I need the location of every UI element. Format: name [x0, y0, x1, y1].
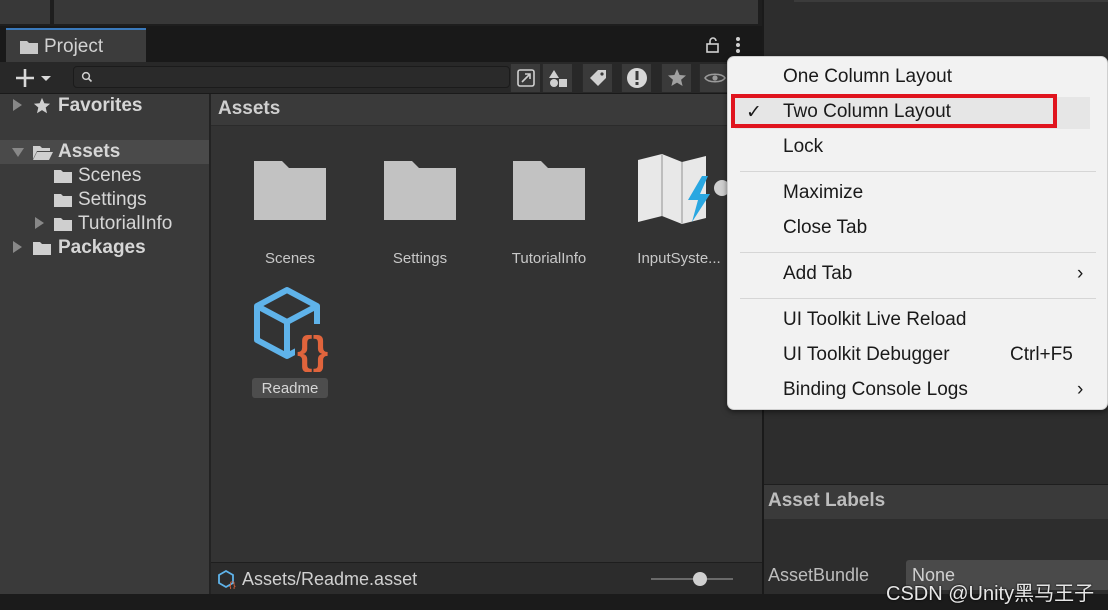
expand-arrow-icon[interactable]	[13, 99, 22, 111]
tree-item-scenes[interactable]: Scenes	[0, 164, 209, 188]
search-input[interactable]	[73, 66, 510, 88]
folder-icon	[54, 218, 72, 231]
kebab-menu-icon[interactable]	[733, 36, 743, 54]
tree-item-label: TutorialInfo	[78, 213, 173, 234]
filter-by-log-button[interactable]	[621, 64, 651, 92]
tree-item-label: Packages	[58, 237, 146, 258]
folder-icon	[54, 170, 72, 183]
collapse-arrow-icon[interactable]	[12, 148, 24, 157]
eye-icon	[703, 73, 726, 83]
tree-item-label: Settings	[78, 189, 147, 210]
asset-name: TutorialInfo	[511, 250, 587, 267]
filter-by-type-button[interactable]	[542, 64, 572, 92]
search-icon	[81, 71, 93, 83]
menu-item-label: Add Tab	[783, 263, 853, 284]
filter-by-label-button[interactable]	[582, 64, 612, 92]
readme-small-icon: {}	[218, 569, 236, 589]
tree-item-settings[interactable]: Settings	[0, 188, 209, 212]
zoom-slider-handle[interactable]	[693, 572, 707, 586]
asset-name: InputSyste...	[637, 250, 721, 267]
folder-icon	[254, 161, 326, 220]
lock-icon[interactable]	[705, 37, 721, 53]
svg-text:{}: {}	[297, 329, 328, 372]
selected-asset-path: Assets/Readme.asset	[242, 569, 418, 589]
tab-project-label: Project	[44, 36, 104, 57]
menu-item-label: Close Tab	[783, 217, 868, 238]
folder-icon	[54, 194, 72, 207]
menu-item-shortcut: Ctrl+F5	[1010, 344, 1073, 365]
folder-icon	[33, 242, 51, 255]
menu-item-ui-toolkit-debugger[interactable]: UI Toolkit Debugger Ctrl+F5	[728, 340, 1107, 372]
zoom-slider-track[interactable]	[651, 578, 733, 580]
context-menu: One Column Layout ✓ Two Column Layout Lo…	[727, 56, 1108, 410]
project-folder-tree: Favorites Assets Scenes Settings Tutoria…	[0, 94, 210, 594]
asset-name: Settings	[392, 250, 448, 267]
star-icon	[33, 97, 51, 114]
menu-item-binding-console-logs[interactable]: Binding Console Logs ›	[728, 375, 1107, 407]
menu-separator	[740, 298, 1096, 299]
shapes-icon	[548, 70, 567, 87]
folder-icon	[513, 161, 585, 220]
warning-icon	[626, 68, 647, 88]
tree-item-label: Scenes	[78, 165, 142, 186]
create-plus-icon[interactable]	[14, 67, 54, 89]
menu-item-lock[interactable]: Lock	[728, 132, 1107, 164]
top-strip-segment	[0, 0, 50, 24]
star-icon	[667, 69, 686, 86]
breadcrumb-assets[interactable]: Assets	[218, 98, 280, 120]
folder-icon	[384, 161, 456, 220]
expand-arrow-icon[interactable]	[35, 217, 44, 229]
assetbundle-label: AssetBundle	[768, 565, 870, 585]
tree-item-assets[interactable]: Assets	[0, 140, 209, 164]
menu-item-ui-toolkit-live-reload[interactable]: UI Toolkit Live Reload	[728, 305, 1107, 337]
window-expand-icon	[516, 69, 535, 87]
input-actions-icon	[638, 154, 728, 224]
tag-icon	[589, 70, 606, 86]
red-highlight-box	[731, 94, 1057, 128]
tree-item-tutorialinfo[interactable]: TutorialInfo	[0, 212, 209, 236]
expand-arrow-icon[interactable]	[13, 241, 22, 253]
menu-item-add-tab[interactable]: Add Tab ›	[728, 259, 1107, 291]
menu-separator	[740, 252, 1096, 253]
menu-item-maximize[interactable]: Maximize	[728, 178, 1107, 210]
tree-item-label: Favorites	[58, 95, 143, 116]
inspector-top-line	[794, 0, 1108, 2]
search-by-type-button[interactable]	[510, 64, 540, 92]
menu-item-label: Binding Console Logs	[783, 379, 968, 400]
favorites-filter-button[interactable]	[661, 64, 691, 92]
menu-item-label: Lock	[783, 136, 824, 157]
tree-item-packages[interactable]: Packages	[0, 236, 209, 260]
asset-labels-title: Asset Labels	[768, 490, 886, 511]
watermark-text: CSDN @Unity黑马王子	[886, 583, 1095, 605]
menu-item-one-column-layout[interactable]: One Column Layout	[728, 62, 1107, 94]
svg-text:{}: {}	[229, 581, 236, 589]
top-strip-segment	[54, 0, 758, 24]
asset-name: Scenes	[264, 250, 316, 267]
chevron-right-icon: ›	[1077, 263, 1084, 284]
menu-item-close-tab[interactable]: Close Tab	[728, 213, 1107, 245]
tree-item-favorites[interactable]: Favorites	[0, 94, 209, 118]
menu-item-label: Maximize	[783, 182, 864, 203]
asset-name: Readme	[261, 380, 319, 397]
tree-item-label: Assets	[58, 141, 121, 162]
visibility-toggle-button[interactable]	[699, 64, 729, 92]
breadcrumb: Assets	[211, 94, 762, 126]
readme-cube-icon: {}	[254, 287, 341, 372]
asset-labels-header[interactable]: Asset Labels	[764, 484, 1108, 519]
menu-separator	[740, 171, 1096, 172]
chevron-right-icon: ›	[1077, 379, 1084, 400]
menu-item-label: One Column Layout	[783, 66, 952, 87]
menu-item-label: UI Toolkit Debugger	[783, 344, 950, 365]
tab-project[interactable]: Project	[6, 28, 146, 62]
menu-item-label: UI Toolkit Live Reload	[783, 309, 967, 330]
open-folder-icon	[33, 146, 53, 160]
folder-icon	[20, 41, 38, 54]
status-bar: {} Assets/Readme.asset	[211, 562, 762, 594]
